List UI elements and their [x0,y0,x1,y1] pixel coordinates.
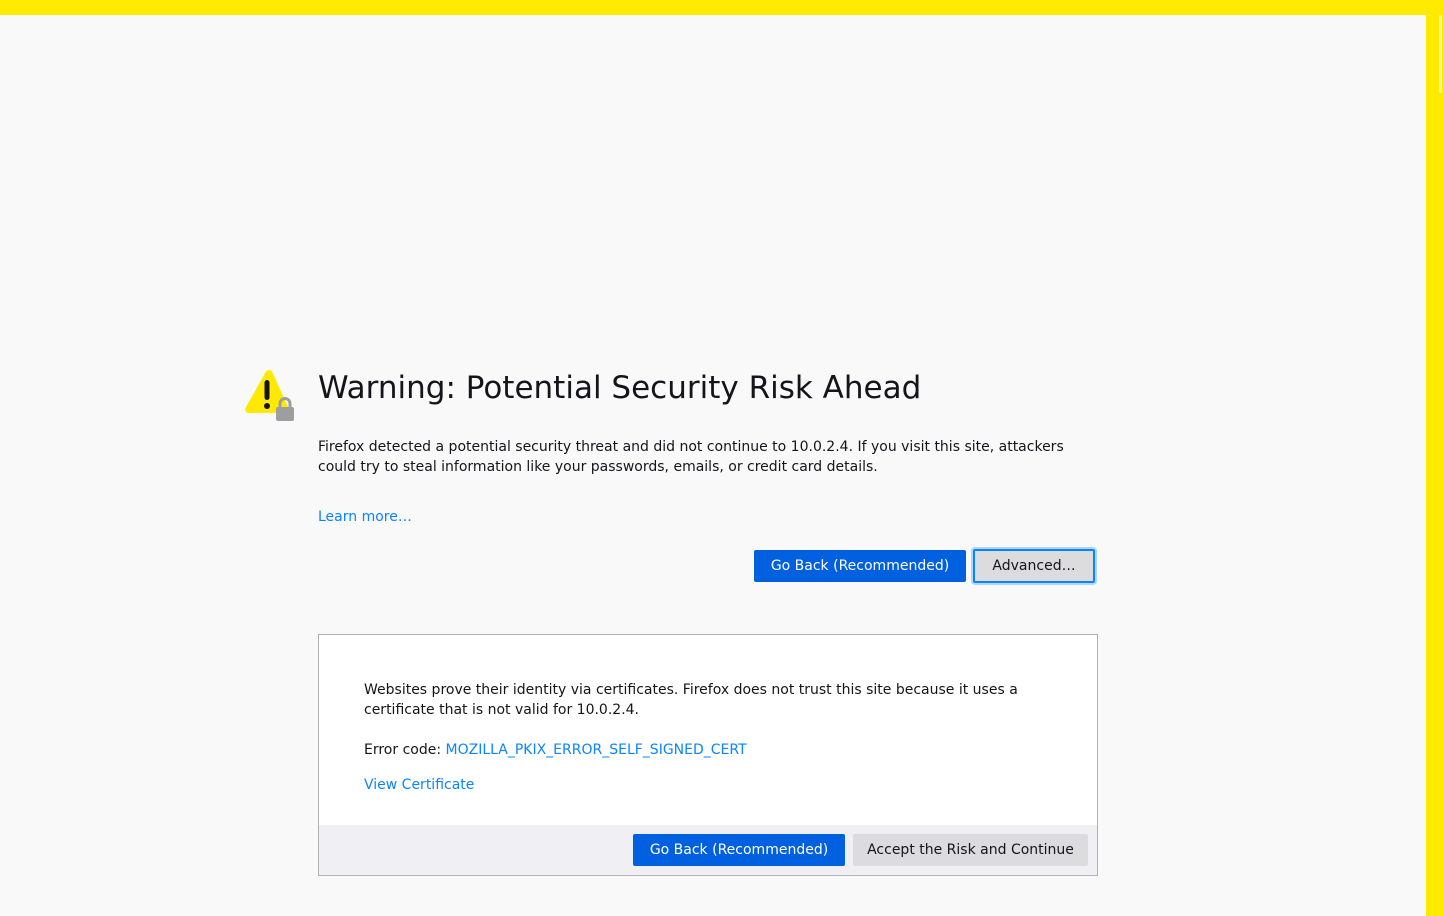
accept-risk-button[interactable]: Accept the Risk and Continue [853,834,1088,866]
go-back-button[interactable]: Go Back (Recommended) [754,550,966,582]
scrollbar-track[interactable] [1426,15,1444,916]
error-code-label: Error code: [364,742,446,758]
advanced-panel-footer: Go Back (Recommended) Accept the Risk an… [319,825,1097,875]
warning-lock-icon [245,370,294,421]
certificate-explanation: Websites prove their identity via certif… [364,682,1018,718]
error-code-line: Error code: MOZILLA_PKIX_ERROR_SELF_SIGN… [364,740,747,760]
page-title: Warning: Potential Security Risk Ahead [318,370,922,406]
advanced-panel: Websites prove their identity via certif… [318,634,1098,876]
window-top-border [0,0,1444,15]
scrollbar-thumb[interactable] [1439,15,1442,93]
advanced-button[interactable]: Advanced… [973,549,1095,583]
learn-more-link[interactable]: Learn more… [318,507,412,527]
view-certificate-link[interactable]: View Certificate [364,775,474,795]
warning-description: Firefox detected a potential security th… [318,439,1064,475]
error-code-link[interactable]: MOZILLA_PKIX_ERROR_SELF_SIGNED_CERT [446,742,747,758]
go-back-button-bottom[interactable]: Go Back (Recommended) [633,834,845,866]
